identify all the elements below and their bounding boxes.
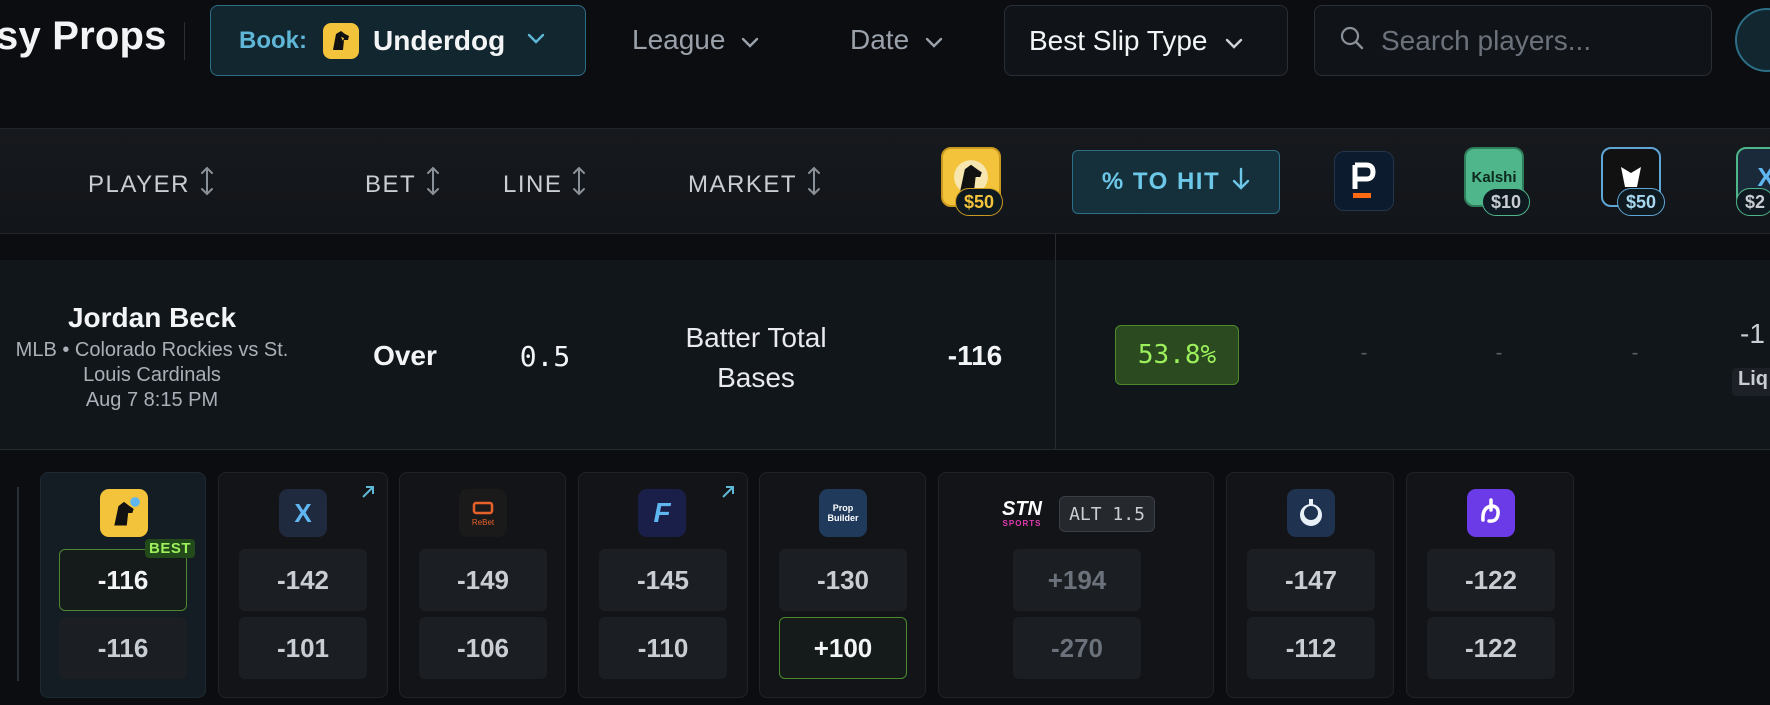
column-header-label: MARKET: [688, 170, 798, 198]
odds-cell-over[interactable]: -145: [599, 549, 727, 611]
book-selector-label: Book:: [239, 26, 307, 54]
prop-builder-logo-label1: Prop: [832, 503, 854, 513]
player-game-info: MLB • Colorado Rockies vs St. Louis Card…: [0, 338, 304, 413]
chevron-down-icon: [527, 32, 545, 50]
odds-cell-under[interactable]: -110: [599, 617, 727, 679]
column-header-line[interactable]: LINE: [503, 166, 586, 203]
underdog-logo-icon: [323, 22, 359, 59]
date-filter-label: Date: [850, 24, 910, 55]
odds-cell-over[interactable]: -116: [59, 549, 187, 611]
sort-icon: [426, 166, 440, 203]
odds-cell-under[interactable]: -122: [1427, 617, 1555, 679]
toolbar-action-button[interactable]: [1735, 8, 1770, 72]
panel-divider: [17, 487, 19, 681]
x-book-logo-label: X: [294, 497, 312, 528]
bet-line: 0.5: [519, 340, 571, 373]
column-divider: [1055, 234, 1056, 450]
stn-sports-logo-icon: STN SPORTS: [1002, 493, 1042, 533]
prizepicks-logo-icon[interactable]: [1334, 151, 1394, 211]
to-hit-badge: 53.8%: [1115, 325, 1239, 385]
stn-logo-sublabel: SPORTS: [1002, 518, 1042, 528]
prop-builder-logo-icon: Prop Builder: [819, 489, 867, 537]
prop-builder-logo-label2: Builder: [827, 513, 859, 523]
underdog-logo-icon: [100, 489, 148, 537]
book-selector-value: Underdog: [373, 24, 506, 56]
chevron-down-icon: [925, 24, 943, 56]
app-brand: sy Props: [0, 14, 167, 58]
brand-divider: [184, 22, 185, 60]
stake-badge: $50: [955, 188, 1004, 216]
search-icon: [1339, 25, 1365, 56]
odds-cell-under[interactable]: -106: [419, 617, 547, 679]
column-header-to-hit[interactable]: % TO HIT: [1072, 150, 1280, 214]
slip-type-label: Best Slip Type: [1029, 24, 1208, 56]
game-matchup-line1: MLB • Colorado Rockies vs St.: [15, 339, 289, 361]
odds-cell-under[interactable]: +100: [779, 617, 907, 679]
top-toolbar: sy Props Book: Underdog League Date Best…: [0, 0, 1770, 128]
external-link-icon[interactable]: [721, 485, 735, 504]
chevron-down-icon: [1225, 25, 1243, 57]
odds-cell-under[interactable]: -101: [239, 617, 367, 679]
dabble-logo-icon: [1467, 489, 1515, 537]
robot-logo-icon: [1287, 489, 1335, 537]
liquidity-badge: Liq: [1732, 368, 1770, 396]
fliff-logo-label: F: [653, 497, 671, 528]
odds-cell-over[interactable]: -149: [419, 549, 547, 611]
column-header-bet[interactable]: BET: [365, 166, 440, 203]
league-filter[interactable]: League: [632, 14, 759, 66]
fliff-logo-icon: F: [638, 489, 686, 537]
best-badge: BEST: [145, 539, 196, 558]
player-search: [1314, 5, 1712, 76]
stake-badge: $10: [1482, 188, 1531, 216]
column-header-label: % TO HIT: [1101, 168, 1221, 195]
rebet-logo-label: ReBet: [472, 518, 495, 527]
game-time: Aug 7 8:15 PM: [85, 389, 219, 411]
stn-logo-label: STN: [1002, 497, 1042, 520]
odds-cell-over[interactable]: -130: [779, 549, 907, 611]
odds-cell-over[interactable]: -142: [239, 549, 367, 611]
date-filter[interactable]: Date: [850, 14, 943, 66]
player-name: Jordan Beck: [67, 302, 237, 333]
bet-side: Over: [373, 340, 437, 371]
edge-odds: -1: [1740, 318, 1765, 349]
sort-icon: [807, 166, 821, 203]
market-name: Batter Total Bases: [660, 318, 852, 398]
column-header-label: LINE: [503, 170, 563, 198]
x-book-logo-icon: X: [279, 489, 327, 537]
book-selector[interactable]: Book: Underdog: [210, 5, 586, 76]
empty-odds: -: [1495, 342, 1503, 364]
league-filter-label: League: [632, 24, 726, 55]
kalshi-logo-label: Kalshi: [1471, 168, 1517, 186]
rebet-logo-icon: ReBet: [459, 489, 507, 537]
odds-cell-under[interactable]: -116: [59, 617, 187, 679]
slip-type-selector[interactable]: Best Slip Type: [1004, 5, 1288, 76]
column-header-market[interactable]: MARKET: [688, 166, 821, 203]
chevron-down-icon: [741, 24, 759, 56]
arrow-down-icon: [1232, 167, 1250, 198]
column-header-label: PLAYER: [88, 170, 190, 198]
odds-cell-under[interactable]: -112: [1247, 617, 1375, 679]
odds-cell-over[interactable]: +194: [1013, 549, 1141, 611]
game-matchup-line2: Louis Cardinals: [83, 364, 221, 386]
column-header-player[interactable]: PLAYER: [88, 166, 214, 203]
book-odds: -116: [947, 340, 1003, 371]
column-header-label: BET: [365, 170, 417, 198]
sort-icon: [572, 166, 586, 203]
search-input[interactable]: [1381, 24, 1701, 57]
alt-line-badge: ALT 1.5: [1059, 496, 1155, 532]
stake-badge: $50: [1617, 188, 1666, 216]
empty-odds: -: [1631, 342, 1639, 364]
sort-icon: [200, 166, 214, 203]
external-link-icon[interactable]: [361, 485, 375, 504]
market-name-line2: Bases: [717, 362, 795, 393]
empty-odds: -: [1360, 342, 1368, 364]
stake-badge: $2: [1736, 188, 1770, 216]
odds-cell-over[interactable]: -147: [1247, 549, 1375, 611]
market-name-line1: Batter Total: [685, 322, 827, 353]
odds-cell-under[interactable]: -270: [1013, 617, 1141, 679]
odds-cell-over[interactable]: -122: [1427, 549, 1555, 611]
